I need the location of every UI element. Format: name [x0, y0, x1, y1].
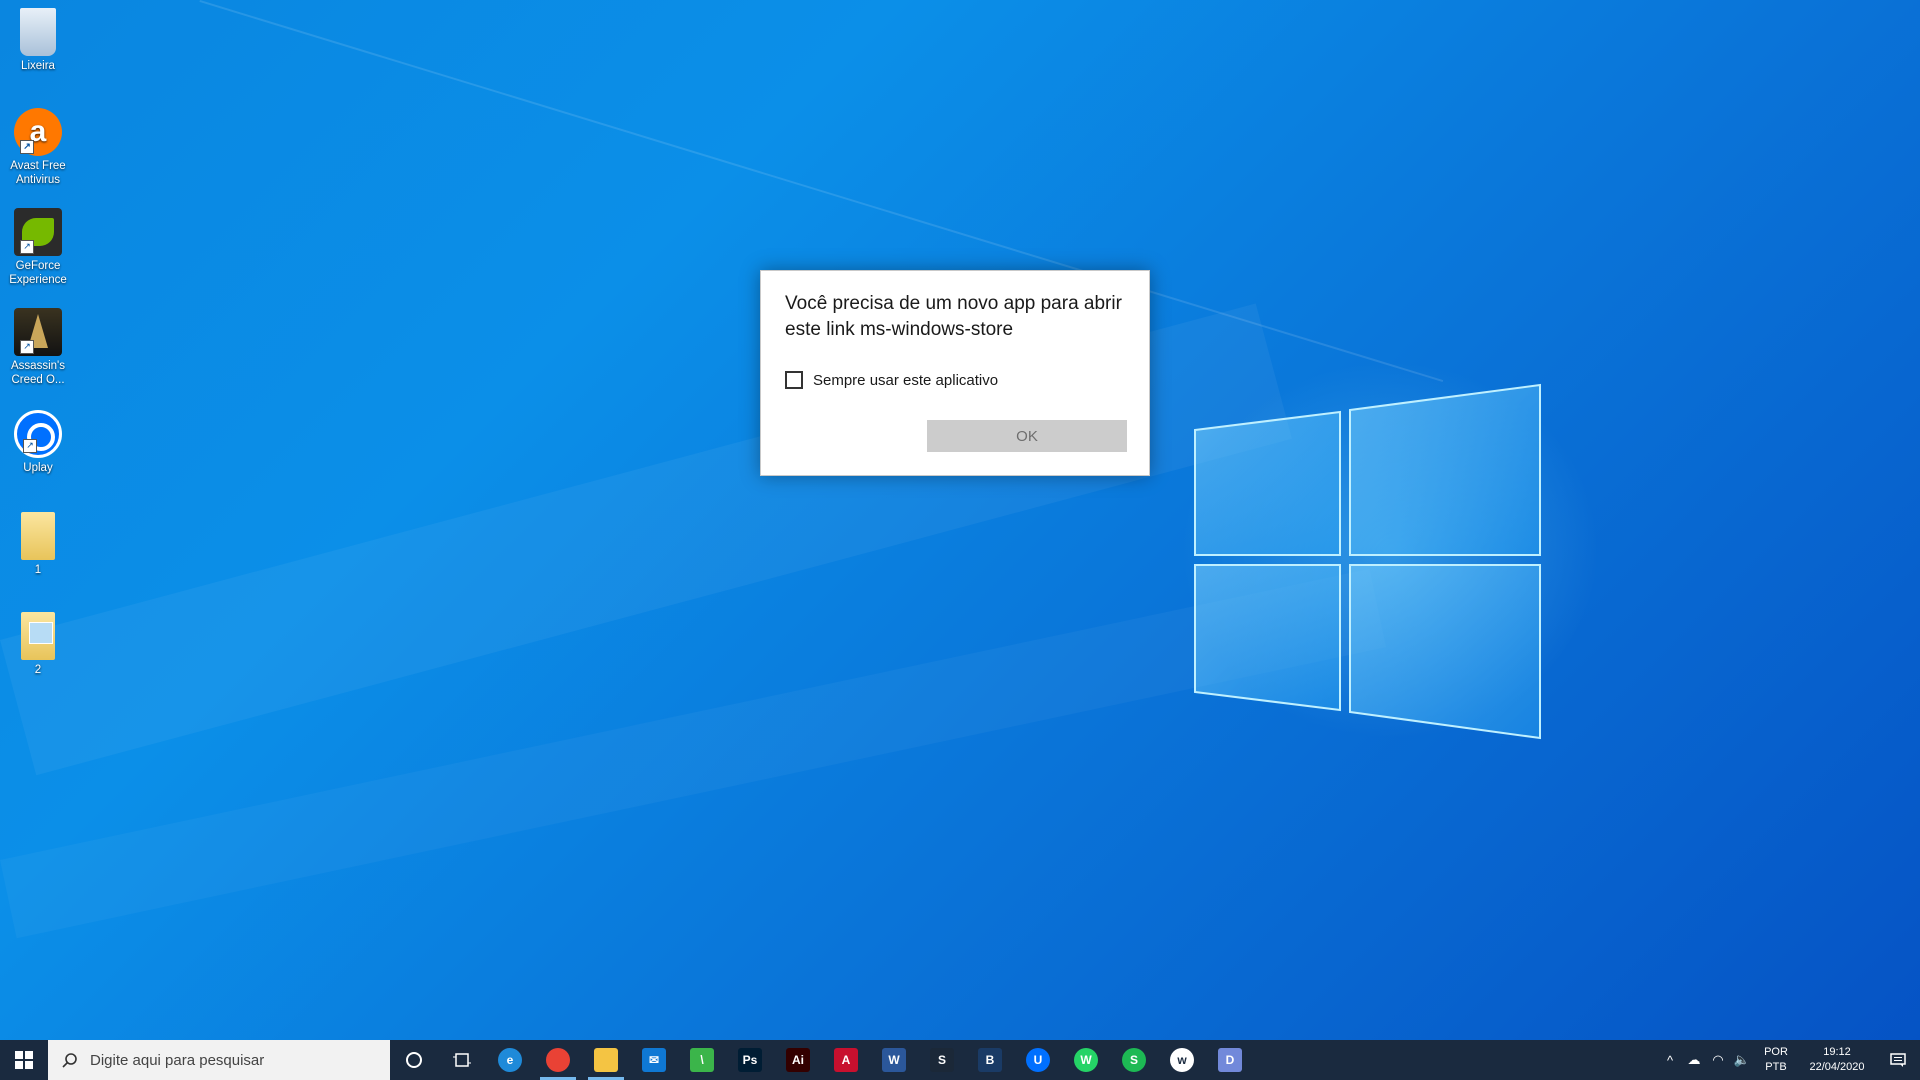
taskbar-app-steam[interactable]: S: [918, 1040, 966, 1080]
taskbar-app-photoshop[interactable]: Ps: [726, 1040, 774, 1080]
steam-icon: S: [930, 1048, 954, 1072]
desktop-icon-label: GeForce Experience: [9, 260, 67, 286]
always-use-checkbox[interactable]: [785, 371, 803, 389]
taskbar-app-white-circle-app[interactable]: w: [1158, 1040, 1206, 1080]
white-circle-app-icon: w: [1170, 1048, 1194, 1072]
taskbar-app-mail[interactable]: ✉: [630, 1040, 678, 1080]
taskbar-app-green-app[interactable]: \: [678, 1040, 726, 1080]
taskbar-app-whatsapp[interactable]: W: [1062, 1040, 1110, 1080]
desktop-icon-avast[interactable]: a ↗ Avast Free Antivirus: [4, 108, 72, 187]
file-explorer-icon: [594, 1048, 618, 1072]
windows-logo-wallpaper: [1194, 383, 1541, 740]
taskbar: Digite aqui para pesquisar e ✉ \ Ps Ai A W S B U W…: [0, 1040, 1920, 1080]
taskbar-app-illustrator[interactable]: Ai: [774, 1040, 822, 1080]
keyboard-layout: PTB: [1765, 1061, 1787, 1073]
always-use-checkbox-row[interactable]: Sempre usar este aplicativo: [785, 371, 998, 389]
ok-button[interactable]: OK: [927, 420, 1127, 452]
dialog-title: Você precisa de um novo app para abrir e…: [785, 293, 1122, 340]
search-icon: [62, 1053, 77, 1068]
recycle-bin-icon: [20, 8, 56, 56]
desktop-icon-label: 2: [34, 664, 42, 676]
photoshop-icon: Ps: [738, 1048, 762, 1072]
taskbar-app-word[interactable]: W: [870, 1040, 918, 1080]
always-use-checkbox-label[interactable]: Sempre usar este aplicativo: [813, 372, 998, 389]
edge-icon: e: [498, 1048, 522, 1072]
cortana-circle-icon: [406, 1052, 422, 1068]
open-with-dialog: Você precisa de um novo app para abrir e…: [760, 270, 1150, 476]
desktop-icon-folder-1[interactable]: 1: [4, 512, 72, 577]
clock-date: 22/04/2020: [1809, 1061, 1865, 1073]
windows-start-icon: [15, 1051, 33, 1069]
word-icon: W: [882, 1048, 906, 1072]
desktop-icon-label: Avast Free Antivirus: [10, 160, 66, 186]
mail-icon: ✉: [642, 1048, 666, 1072]
folder-icon: [21, 512, 55, 560]
pinned-apps: e ✉ \ Ps Ai A W S B U W Sw D: [486, 1040, 1254, 1080]
desktop-wallpaper: [0, 0, 1920, 1080]
taskbar-app-edge[interactable]: e: [486, 1040, 534, 1080]
desktop-icon-label: 1: [34, 564, 42, 576]
desktop-icon-label: Lixeira: [21, 60, 55, 72]
taskbar-app-spotify[interactable]: S: [1110, 1040, 1158, 1080]
onedrive-cloud-icon[interactable]: ☁: [1682, 1040, 1706, 1080]
search-placeholder: Digite aqui para pesquisar: [90, 1051, 265, 1069]
volume-icon[interactable]: 🔈: [1730, 1040, 1754, 1080]
desktop-icon-assassins-creed[interactable]: ↗ Assassin's Creed O...: [4, 308, 72, 387]
taskbar-app-acrobat[interactable]: A: [822, 1040, 870, 1080]
illustrator-icon: Ai: [786, 1048, 810, 1072]
clock-time: 19:12: [1823, 1046, 1851, 1058]
taskbar-app-chrome[interactable]: [534, 1040, 582, 1080]
avast-icon: a ↗: [14, 108, 62, 156]
uplay-icon: ↗: [14, 410, 62, 458]
blue-app-icon: B: [978, 1048, 1002, 1072]
desktop-icon-lixeira[interactable]: Lixeira: [4, 8, 72, 73]
taskbar-app-discord[interactable]: D: [1206, 1040, 1254, 1080]
desktop-icon-folder-2[interactable]: 2: [4, 612, 72, 677]
start-button[interactable]: [0, 1040, 48, 1080]
taskbar-app-blue-app[interactable]: B: [966, 1040, 1014, 1080]
discord-icon: D: [1218, 1048, 1242, 1072]
desktop-icon-label: Assassin's Creed O...: [11, 360, 65, 386]
geforce-icon: ↗: [14, 208, 62, 256]
taskbar-app-uplay-taskbar[interactable]: U: [1014, 1040, 1062, 1080]
folder-image-icon: [21, 612, 55, 660]
network-wifi-icon[interactable]: ◠: [1706, 1040, 1730, 1080]
action-center-button[interactable]: [1876, 1040, 1920, 1080]
show-hidden-icons-chevron-icon[interactable]: ^: [1658, 1040, 1682, 1080]
assassins-creed-icon: ↗: [14, 308, 62, 356]
desktop-icon-uplay[interactable]: ↗ Uplay: [4, 410, 72, 475]
language-code: POR: [1764, 1046, 1788, 1058]
taskbar-search-box[interactable]: Digite aqui para pesquisar: [48, 1040, 390, 1080]
desktop-icon-geforce[interactable]: ↗ GeForce Experience: [4, 208, 72, 287]
system-tray: ^ ☁ ◠ 🔈 POR PTB 19:12 22/04/2020: [1658, 1040, 1920, 1080]
uplay-taskbar-icon: U: [1026, 1048, 1050, 1072]
cortana-button[interactable]: [390, 1040, 438, 1080]
clock[interactable]: 19:12 22/04/2020: [1798, 1045, 1876, 1075]
acrobat-icon: A: [834, 1048, 858, 1072]
green-app-icon: \: [690, 1048, 714, 1072]
spotify-icon: S: [1122, 1048, 1146, 1072]
task-view-button[interactable]: [438, 1040, 486, 1080]
desktop-icon-label: Uplay: [23, 462, 53, 474]
whatsapp-icon: W: [1074, 1048, 1098, 1072]
input-language[interactable]: POR PTB: [1754, 1045, 1798, 1075]
task-view-icon: [453, 1053, 471, 1067]
taskbar-app-file-explorer[interactable]: [582, 1040, 630, 1080]
chrome-icon: [546, 1048, 570, 1072]
notification-icon: [1890, 1053, 1906, 1067]
